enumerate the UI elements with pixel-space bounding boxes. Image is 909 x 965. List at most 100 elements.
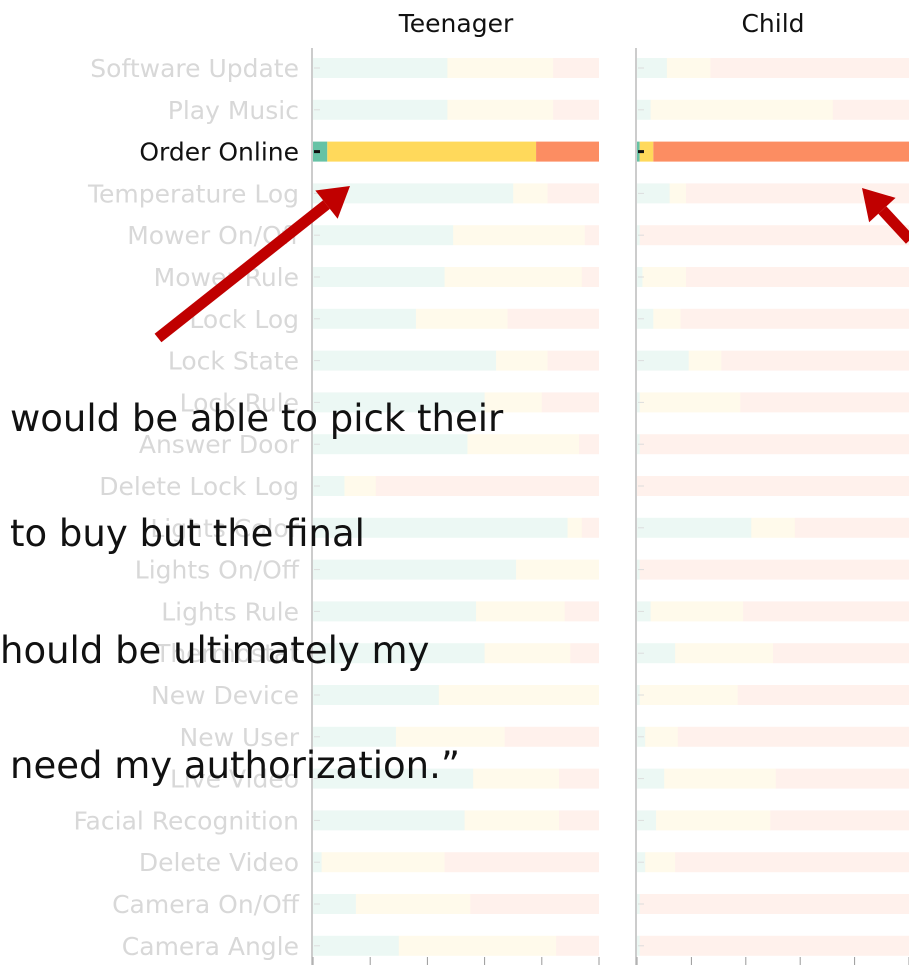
bar-segment — [313, 350, 497, 371]
bar-segment — [650, 99, 833, 120]
bar-segment — [496, 350, 548, 371]
category-label: Lock Log — [189, 305, 299, 334]
bar-segment — [321, 852, 445, 873]
bar-segment — [639, 225, 909, 246]
bar-segment — [547, 183, 599, 204]
bar-segment — [639, 392, 741, 413]
bar-segment — [484, 392, 542, 413]
bar-segment — [645, 726, 678, 747]
bar-segment — [444, 852, 599, 873]
bar-segment — [637, 517, 752, 538]
bar-segment — [513, 183, 548, 204]
bar-segment — [770, 810, 909, 831]
category-label: Camera Angle — [122, 932, 299, 961]
bar-segment — [438, 685, 599, 705]
category-label: Lights Rule — [161, 597, 299, 626]
bar-segment — [558, 768, 599, 789]
bar-segment — [775, 768, 909, 789]
category-label: Temperature Log — [87, 179, 299, 208]
bar-segment — [666, 58, 711, 78]
bar-segment — [313, 58, 448, 78]
bar-segment — [639, 434, 909, 455]
category-label: Facial Recognition — [73, 806, 299, 835]
bar-segment — [553, 58, 599, 78]
bar-segment — [639, 935, 909, 956]
category-label: Lights Color — [150, 514, 299, 543]
bar-segment — [467, 434, 579, 455]
bar-segment — [653, 141, 909, 162]
category-label: Play Music — [168, 96, 299, 125]
bar-segment — [470, 894, 599, 914]
bar-segment — [773, 643, 909, 664]
bar-segment — [832, 99, 909, 120]
bar-segment — [313, 559, 517, 580]
bar-segment — [737, 685, 909, 705]
bar-segment — [639, 685, 738, 705]
bar-segment — [675, 643, 773, 664]
bar-segment — [516, 559, 599, 580]
bar-segment — [581, 517, 599, 538]
bar-segment — [751, 517, 795, 538]
bar-segment — [313, 517, 568, 538]
bar-segment — [637, 350, 689, 371]
bar-segment — [507, 308, 599, 329]
bar-segment — [653, 308, 681, 329]
category-label: Delete Lock Log — [99, 472, 299, 501]
bar-segment — [313, 267, 445, 287]
bar-segment — [344, 476, 376, 496]
panel-title: Child — [741, 9, 804, 38]
bar-segment — [794, 517, 909, 538]
bar-segment — [536, 141, 599, 162]
chart-panels: Software Update Play Music Order Online Tem… — [73, 9, 909, 965]
bar-segment — [415, 308, 508, 329]
bar-segment — [447, 58, 554, 78]
bar-segment — [453, 225, 585, 246]
bar-segment — [584, 225, 599, 246]
bar-segment — [313, 392, 485, 413]
category-label: New Device — [151, 681, 299, 710]
bar-segment — [675, 852, 909, 873]
bar-segment — [395, 726, 505, 747]
bar-segment — [313, 685, 439, 705]
bar-segment — [656, 810, 771, 831]
bar-segment — [464, 810, 559, 831]
bar-segment — [313, 768, 474, 789]
category-label: Thermostat — [154, 639, 299, 668]
category-label: Lights On/Off — [135, 556, 300, 585]
bar-segment — [669, 183, 686, 204]
bar-segment — [398, 935, 557, 956]
chart-svg: Software Update Play Music Order Online Tem… — [73, 9, 909, 965]
bar-segment — [313, 99, 448, 120]
bar-segment — [558, 810, 599, 831]
bar-segment — [639, 559, 909, 580]
category-label: Order Online — [139, 138, 299, 167]
bar-segment — [650, 601, 744, 622]
bar-segment — [447, 99, 554, 120]
bar-segment — [484, 643, 571, 664]
panel-title: Teenager — [398, 9, 514, 38]
bar-segment — [685, 267, 909, 287]
bar-segment — [313, 726, 396, 747]
bar-segment — [639, 894, 909, 914]
category-label: Lock Rule — [180, 388, 299, 417]
bar-segment — [688, 350, 722, 371]
category-label: Live Video — [170, 765, 299, 794]
bar-segment — [327, 141, 537, 162]
bar-segment — [541, 392, 599, 413]
bar-segment — [313, 643, 485, 664]
bar-segment — [581, 267, 599, 287]
bar-segment — [547, 350, 599, 371]
bar-segment — [313, 225, 454, 246]
bar-segment — [553, 99, 599, 120]
bar-segment — [313, 601, 477, 622]
bar-segment — [677, 726, 909, 747]
bar-segment — [313, 935, 399, 956]
bar-segment — [567, 517, 582, 538]
bar-segment — [556, 935, 599, 956]
bar-segment — [680, 308, 909, 329]
bar-segment — [444, 267, 582, 287]
category-label: Answer Door — [139, 430, 300, 459]
bar-segment — [664, 768, 776, 789]
bar-segment — [504, 726, 599, 747]
bar-segment — [476, 601, 565, 622]
